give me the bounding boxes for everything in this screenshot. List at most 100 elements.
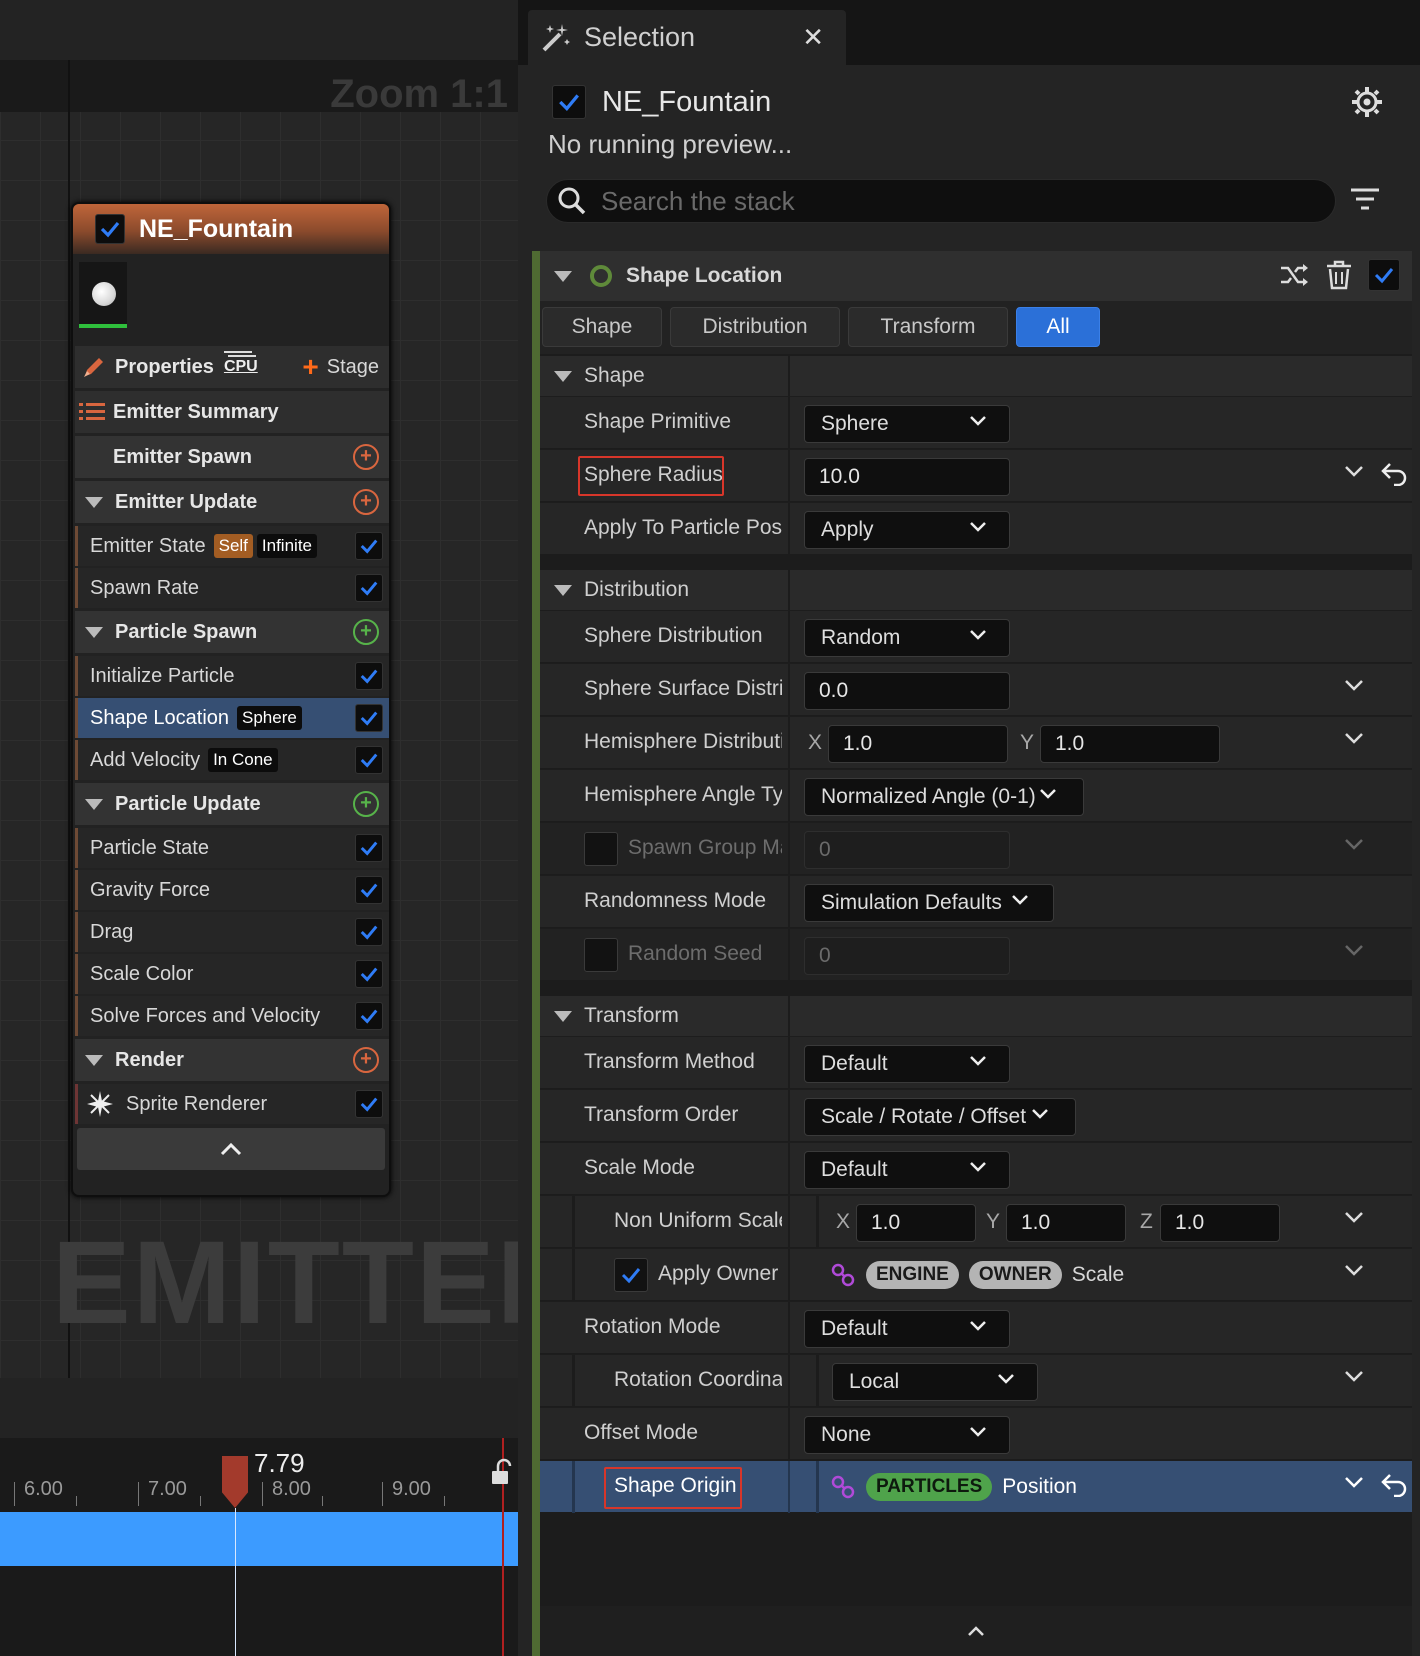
add-module-button[interactable]: +: [353, 489, 379, 515]
module-add-velocity[interactable]: Add Velocity In Cone: [75, 740, 389, 780]
sphere-distribution-dropdown[interactable]: Random: [804, 619, 1010, 657]
tab-all[interactable]: All: [1016, 307, 1100, 347]
collapse-arrow-icon[interactable]: [554, 370, 572, 382]
add-stage-button[interactable]: + Stage: [302, 353, 379, 381]
timeline-range-bar[interactable]: [0, 1512, 518, 1566]
module-particle-state[interactable]: Particle State: [75, 828, 389, 868]
chevron-down-icon[interactable]: [1344, 731, 1364, 745]
unlock-icon[interactable]: [490, 1458, 516, 1488]
module-enable-checkbox[interactable]: [355, 1090, 383, 1118]
shape-primitive-dropdown[interactable]: Sphere: [804, 405, 1010, 443]
module-spawn-rate[interactable]: Spawn Rate: [75, 568, 389, 608]
tab-transform[interactable]: Transform: [848, 307, 1008, 347]
sphere-surface-field[interactable]: 0.0: [804, 672, 1010, 710]
add-module-button[interactable]: +: [353, 619, 379, 645]
spawn-group-field[interactable]: 0: [804, 831, 1010, 869]
particle-update-group[interactable]: Particle Update +: [75, 783, 389, 825]
scale-mode-dropdown[interactable]: Default: [804, 1151, 1010, 1189]
rotation-mode-dropdown[interactable]: Default: [804, 1310, 1010, 1348]
module-solve-forces[interactable]: Solve Forces and Velocity: [75, 996, 389, 1036]
scale-x-field[interactable]: 1.0: [856, 1204, 976, 1242]
module-enable-checkbox[interactable]: [355, 532, 383, 560]
object-enable-checkbox[interactable]: [552, 85, 586, 119]
add-module-button[interactable]: +: [353, 444, 379, 470]
module-enable-checkbox[interactable]: [355, 704, 383, 732]
hemisphere-angle-dropdown[interactable]: Normalized Angle (0-1): [804, 778, 1084, 816]
module-drag[interactable]: Drag: [75, 912, 389, 952]
apply-dropdown[interactable]: Apply: [804, 511, 1010, 549]
reset-arrow-icon[interactable]: [1380, 462, 1408, 486]
scale-y-field[interactable]: 1.0: [1006, 1204, 1126, 1242]
hemisphere-y-field[interactable]: 1.0: [1040, 725, 1220, 763]
collapse-module-button[interactable]: [540, 1606, 1412, 1656]
collapse-arrow-icon[interactable]: [554, 1010, 572, 1022]
chevron-down-icon[interactable]: [1344, 464, 1364, 478]
filter-icon[interactable]: [1350, 187, 1380, 213]
tab-shape[interactable]: Shape: [542, 307, 662, 347]
module-scale-color[interactable]: Scale Color: [75, 954, 389, 994]
collapse-arrow-icon[interactable]: [85, 496, 103, 508]
module-enable-checkbox[interactable]: [355, 834, 383, 862]
section-shape[interactable]: Shape: [540, 354, 1412, 398]
module-enable-checkbox[interactable]: [355, 746, 383, 774]
collapse-arrow-icon[interactable]: [554, 584, 572, 596]
chevron-down-icon[interactable]: [1344, 837, 1364, 851]
section-distribution[interactable]: Distribution: [540, 568, 1412, 612]
collapse-arrow-icon[interactable]: [554, 270, 572, 282]
row-shape-origin[interactable]: Shape Origin PARTICLES Position: [540, 1460, 1412, 1513]
module-initialize-particle[interactable]: Initialize Particle: [75, 656, 389, 696]
search-input[interactable]: Search the stack: [546, 179, 1336, 223]
apply-owner-scale-checkbox[interactable]: [614, 1258, 648, 1292]
collapse-arrow-icon[interactable]: [85, 798, 103, 810]
emitter-update-group[interactable]: Emitter Update +: [75, 481, 389, 523]
linked-input[interactable]: PARTICLES Position: [830, 1473, 1077, 1501]
chevron-down-icon[interactable]: [1344, 1369, 1364, 1383]
hemisphere-x-field[interactable]: 1.0: [828, 725, 1008, 763]
transform-method-dropdown[interactable]: Default: [804, 1045, 1010, 1083]
tab-selection[interactable]: Selection ✕: [528, 10, 846, 65]
module-enable-checkbox[interactable]: [355, 1002, 383, 1030]
module-enable-checkbox[interactable]: [355, 662, 383, 690]
offset-mode-dropdown[interactable]: None: [804, 1416, 1010, 1454]
chevron-down-icon[interactable]: [1344, 1263, 1364, 1277]
module-enable-checkbox[interactable]: [1368, 259, 1400, 291]
timeline[interactable]: 6.00 7.00 8.00 9.00 7.79: [0, 1438, 518, 1656]
module-enable-checkbox[interactable]: [355, 574, 383, 602]
properties-row[interactable]: Properties CPU + Stage: [75, 346, 389, 388]
gear-icon[interactable]: [1350, 85, 1384, 119]
render-group[interactable]: Render +: [75, 1039, 389, 1081]
chevron-down-icon[interactable]: [1344, 1210, 1364, 1224]
collapse-node-button[interactable]: [77, 1128, 385, 1170]
tab-distribution[interactable]: Distribution: [670, 307, 840, 347]
module-sprite-renderer[interactable]: Sprite Renderer: [75, 1084, 389, 1124]
graph-editor[interactable]: Zoom 1:1 EMITTER NE_Fountain Properties …: [0, 0, 518, 1656]
add-module-button[interactable]: +: [353, 791, 379, 817]
random-seed-field[interactable]: 0: [804, 937, 1010, 975]
module-gravity-force[interactable]: Gravity Force: [75, 870, 389, 910]
module-emitter-state[interactable]: Emitter State Self Infinite: [75, 526, 389, 566]
rotation-coordinate-dropdown[interactable]: Local: [832, 1363, 1038, 1401]
node-enable-checkbox[interactable]: [95, 214, 125, 244]
chevron-down-icon[interactable]: [1344, 678, 1364, 692]
module-enable-checkbox[interactable]: [355, 918, 383, 946]
spawn-group-checkbox[interactable]: [584, 832, 618, 866]
section-transform[interactable]: Transform: [540, 994, 1412, 1038]
particle-spawn-group[interactable]: Particle Spawn +: [75, 611, 389, 653]
trash-icon[interactable]: [1326, 260, 1352, 290]
emitter-node[interactable]: NE_Fountain Properties CPU + Stage Emitt…: [71, 202, 391, 1197]
add-renderer-button[interactable]: +: [353, 1047, 379, 1073]
chevron-down-icon[interactable]: [1344, 1475, 1364, 1489]
module-enable-checkbox[interactable]: [355, 960, 383, 988]
sphere-radius-field[interactable]: 10.0: [804, 458, 1010, 496]
module-header[interactable]: Shape Location: [540, 251, 1412, 301]
node-header[interactable]: NE_Fountain: [73, 204, 389, 254]
random-seed-checkbox[interactable]: [584, 938, 618, 972]
scale-z-field[interactable]: 1.0: [1160, 1204, 1280, 1242]
close-icon[interactable]: ✕: [802, 22, 824, 53]
module-shape-location[interactable]: Shape Location Sphere: [75, 698, 389, 738]
chevron-down-icon[interactable]: [1344, 943, 1364, 957]
module-enable-checkbox[interactable]: [355, 876, 383, 904]
emitter-summary-row[interactable]: Emitter Summary: [75, 391, 389, 433]
shuffle-icon[interactable]: [1280, 263, 1310, 287]
transform-order-dropdown[interactable]: Scale / Rotate / Offset: [804, 1098, 1076, 1136]
